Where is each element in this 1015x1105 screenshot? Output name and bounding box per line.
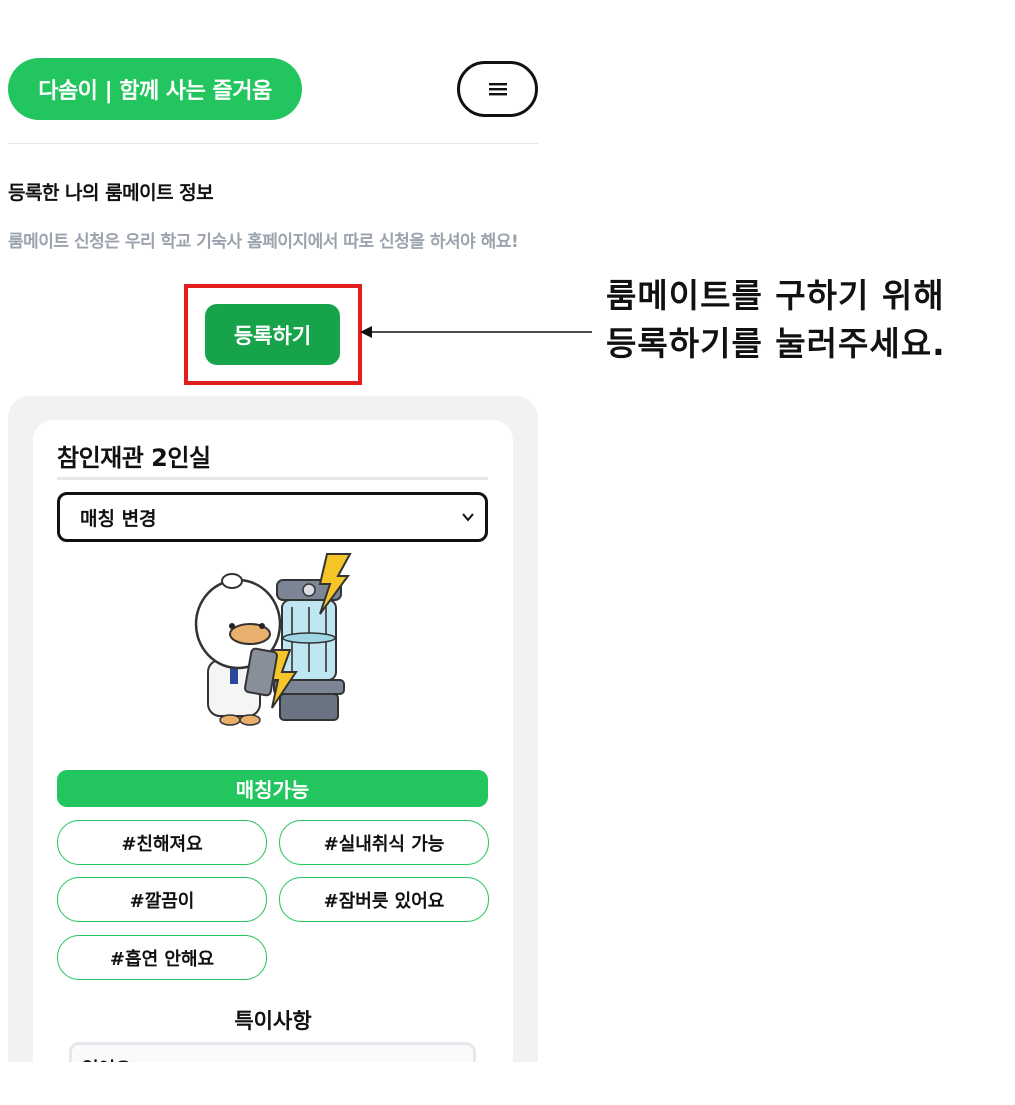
tag-chip: #친해져요 xyxy=(57,820,267,865)
tag-chip: #흡연 안해요 xyxy=(57,935,267,980)
matching-select-value: 매칭 변경 xyxy=(80,507,157,530)
tag-chip: #깔끔이 xyxy=(57,877,267,922)
viewport-cutoff xyxy=(0,1062,1015,1105)
matching-status-badge: 매칭가능 xyxy=(57,770,488,807)
section-title: 등록한 나의 룸메이트 정보 xyxy=(8,182,214,204)
arrow-left-icon xyxy=(360,326,592,338)
register-button[interactable]: 등록하기 xyxy=(205,304,340,365)
section-description: 룸메이트 신청은 우리 학교 기숙사 홈페이지에서 따로 신청을 하셔야 해요! xyxy=(8,232,519,252)
chevron-down-icon xyxy=(462,513,474,522)
header-divider xyxy=(8,143,538,144)
room-title-underline xyxy=(57,477,488,480)
tag-chip: #잠버릇 있어요 xyxy=(279,877,489,922)
menu-button[interactable] xyxy=(457,61,538,117)
annotation-line-1: 룸메이트를 구하기 위해 xyxy=(606,276,945,315)
notes-title: 특이사항 xyxy=(234,1009,312,1033)
tag-chip: #실내취식 가능 xyxy=(279,820,489,865)
hamburger-icon xyxy=(488,83,507,96)
annotation-callout: 룸메이트를 구하기 위해 등록하기를 눌러주세요. xyxy=(606,272,1011,368)
annotation-line-2: 등록하기를 눌러주세요. xyxy=(606,324,946,363)
room-title: 참인재관 2인실 xyxy=(57,444,211,472)
brand-pill[interactable]: 다솜이 | 함께 사는 즐거움 xyxy=(8,58,302,120)
matching-select[interactable]: 매칭 변경 xyxy=(57,492,488,542)
mascot-illustration xyxy=(194,553,352,726)
